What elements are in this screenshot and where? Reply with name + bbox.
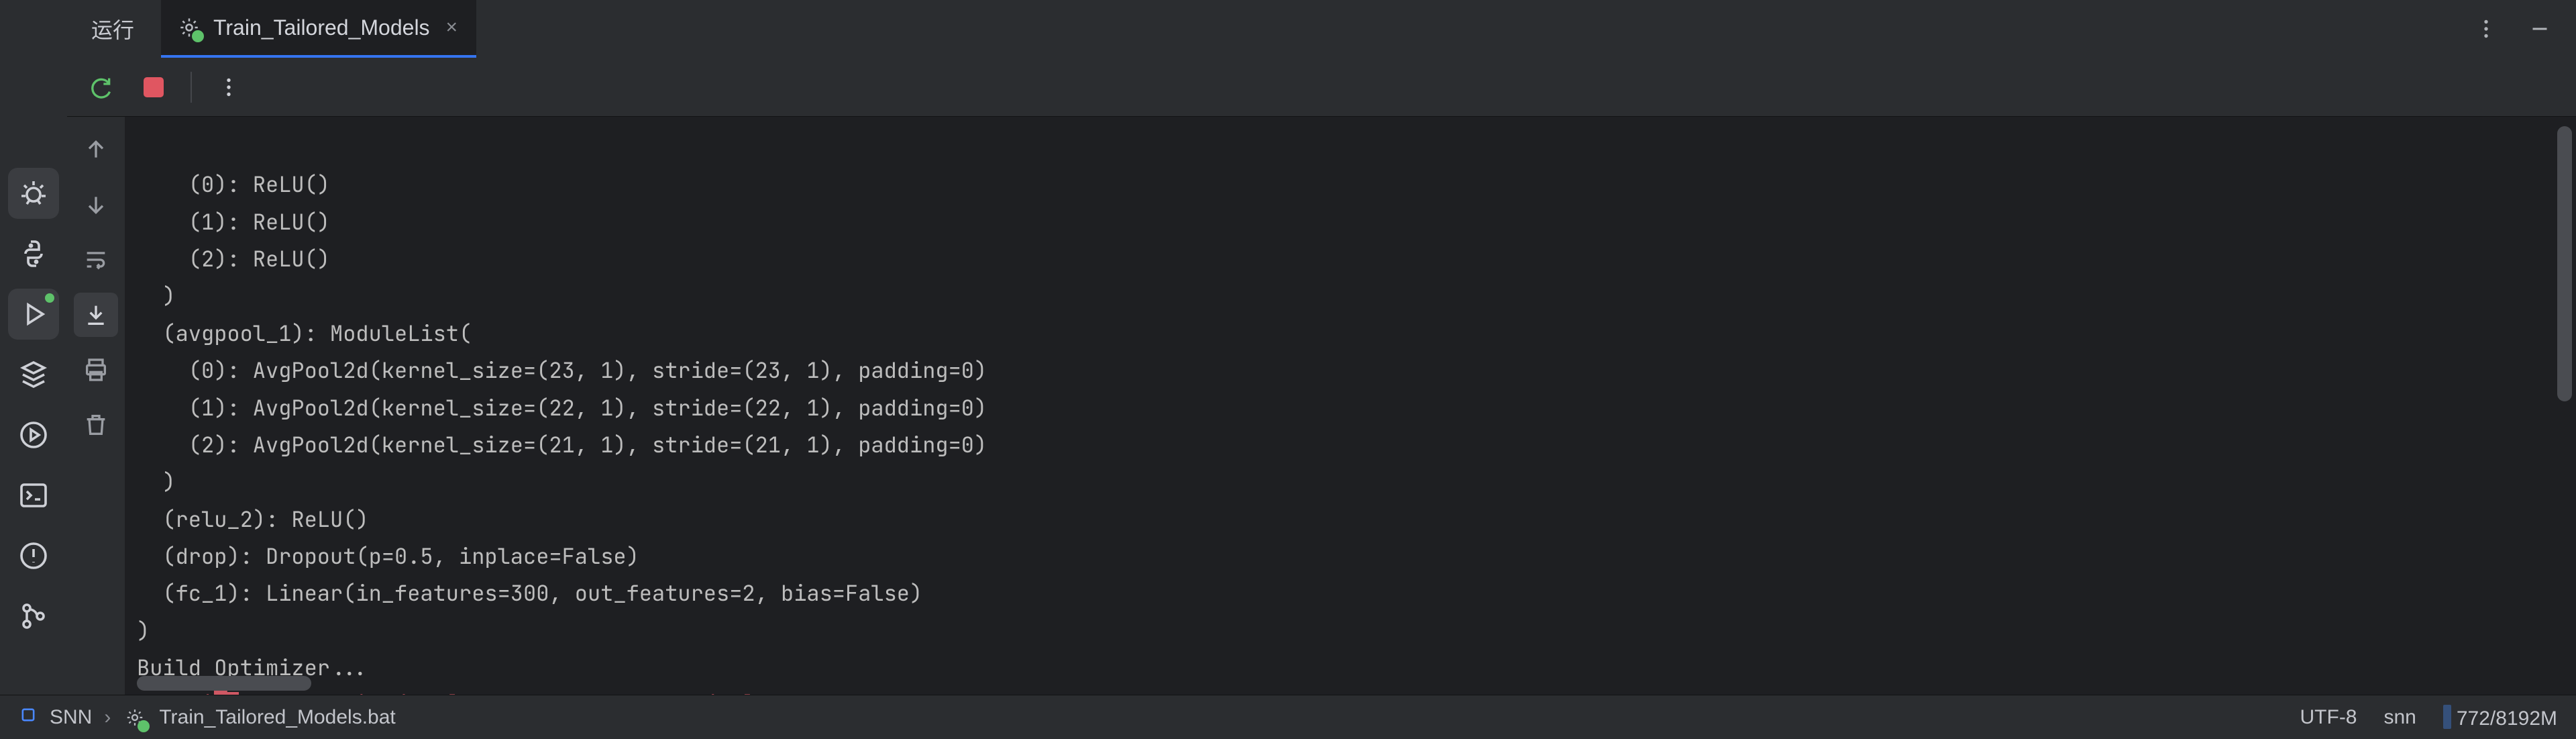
separator [191,72,192,103]
console-line: (drop): Dropout(p=0.5, inplace=False) [137,542,639,571]
console-line: (2): ReLU() [137,244,330,273]
run-toolbar [67,58,2576,117]
cursor [227,692,239,695]
console-line: (relu_2): ReLU() [137,505,369,534]
media-run-icon[interactable] [8,409,59,460]
vertical-scrollbar[interactable] [2557,126,2572,401]
tab-label: Train_Tailored_Models [213,15,430,40]
console-line: (0): ReLU() [137,170,330,199]
problems-icon[interactable] [8,530,59,581]
python-console-icon[interactable] [8,228,59,279]
breadcrumb-project[interactable]: SNN [50,706,92,729]
tab-train-tailored-models[interactable]: Train_Tailored_Models × [161,0,476,58]
more-options-icon[interactable] [207,65,251,109]
status-memory[interactable]: 772/8192M [2443,705,2557,730]
clear-icon[interactable] [74,403,118,447]
scroll-down-icon[interactable] [74,183,118,227]
close-icon[interactable]: × [446,16,458,39]
console-body: (0): ReLU() (1): ReLU() (2): ReLU() ) (a… [67,117,2576,695]
scroll-up-icon[interactable] [74,128,118,172]
status-env[interactable]: snn [2384,706,2416,729]
console-line: (fc_1): Linear(in_features=300, out_feat… [137,579,922,607]
chevron-right-icon: › [104,706,111,729]
more-icon[interactable] [2466,9,2506,49]
status-bar: SNN › Train_Tailored_Models.bat UTF-8 sn… [0,695,2576,739]
run-config-icon [177,15,201,40]
console-line: (0): AvgPool2d(kernel_size=(23, 1), stri… [137,356,987,385]
console-line: (2): AvgPool2d(kernel_size=(21, 1), stri… [137,430,987,459]
vcs-icon[interactable] [8,591,59,642]
run-panel-title: 运行 [67,0,161,58]
console-output[interactable]: (0): ReLU() (1): ReLU() (2): ReLU() ) (a… [125,117,2576,695]
console-line: (avgpool_1): ModuleList( [137,319,472,348]
run-config-icon [123,705,147,730]
scroll-to-end-icon[interactable] [74,293,118,337]
run-icon[interactable] [8,289,59,340]
soft-wrap-icon[interactable] [74,238,118,282]
console-line: ) [137,616,150,645]
print-icon[interactable] [74,348,118,392]
console-gutter [67,117,125,695]
status-encoding[interactable]: UTF-8 [2300,706,2357,729]
left-tool-strip [0,0,67,695]
terminal-icon[interactable] [8,470,59,521]
horizontal-scrollbar[interactable] [137,676,311,691]
module-icon [19,705,38,730]
run-tabbar: 运行 Train_Tailored_Models × [67,0,2576,58]
services-icon[interactable] [8,349,59,400]
stop-button[interactable] [131,65,176,109]
rerun-button[interactable] [79,65,123,109]
progress-line: 18%|█ | 9/50 [00:15<00:55, 1.35s/it] [137,690,754,695]
breadcrumb-file[interactable]: Train_Tailored_Models.bat [159,706,395,729]
console-line: ) [137,281,176,310]
debug-icon[interactable] [8,168,59,219]
console-line: (1): AvgPool2d(kernel_size=(22, 1), stri… [137,393,987,422]
minimize-icon[interactable] [2520,9,2560,49]
console-line: ) [137,467,176,496]
console-line: (1): ReLU() [137,207,330,236]
